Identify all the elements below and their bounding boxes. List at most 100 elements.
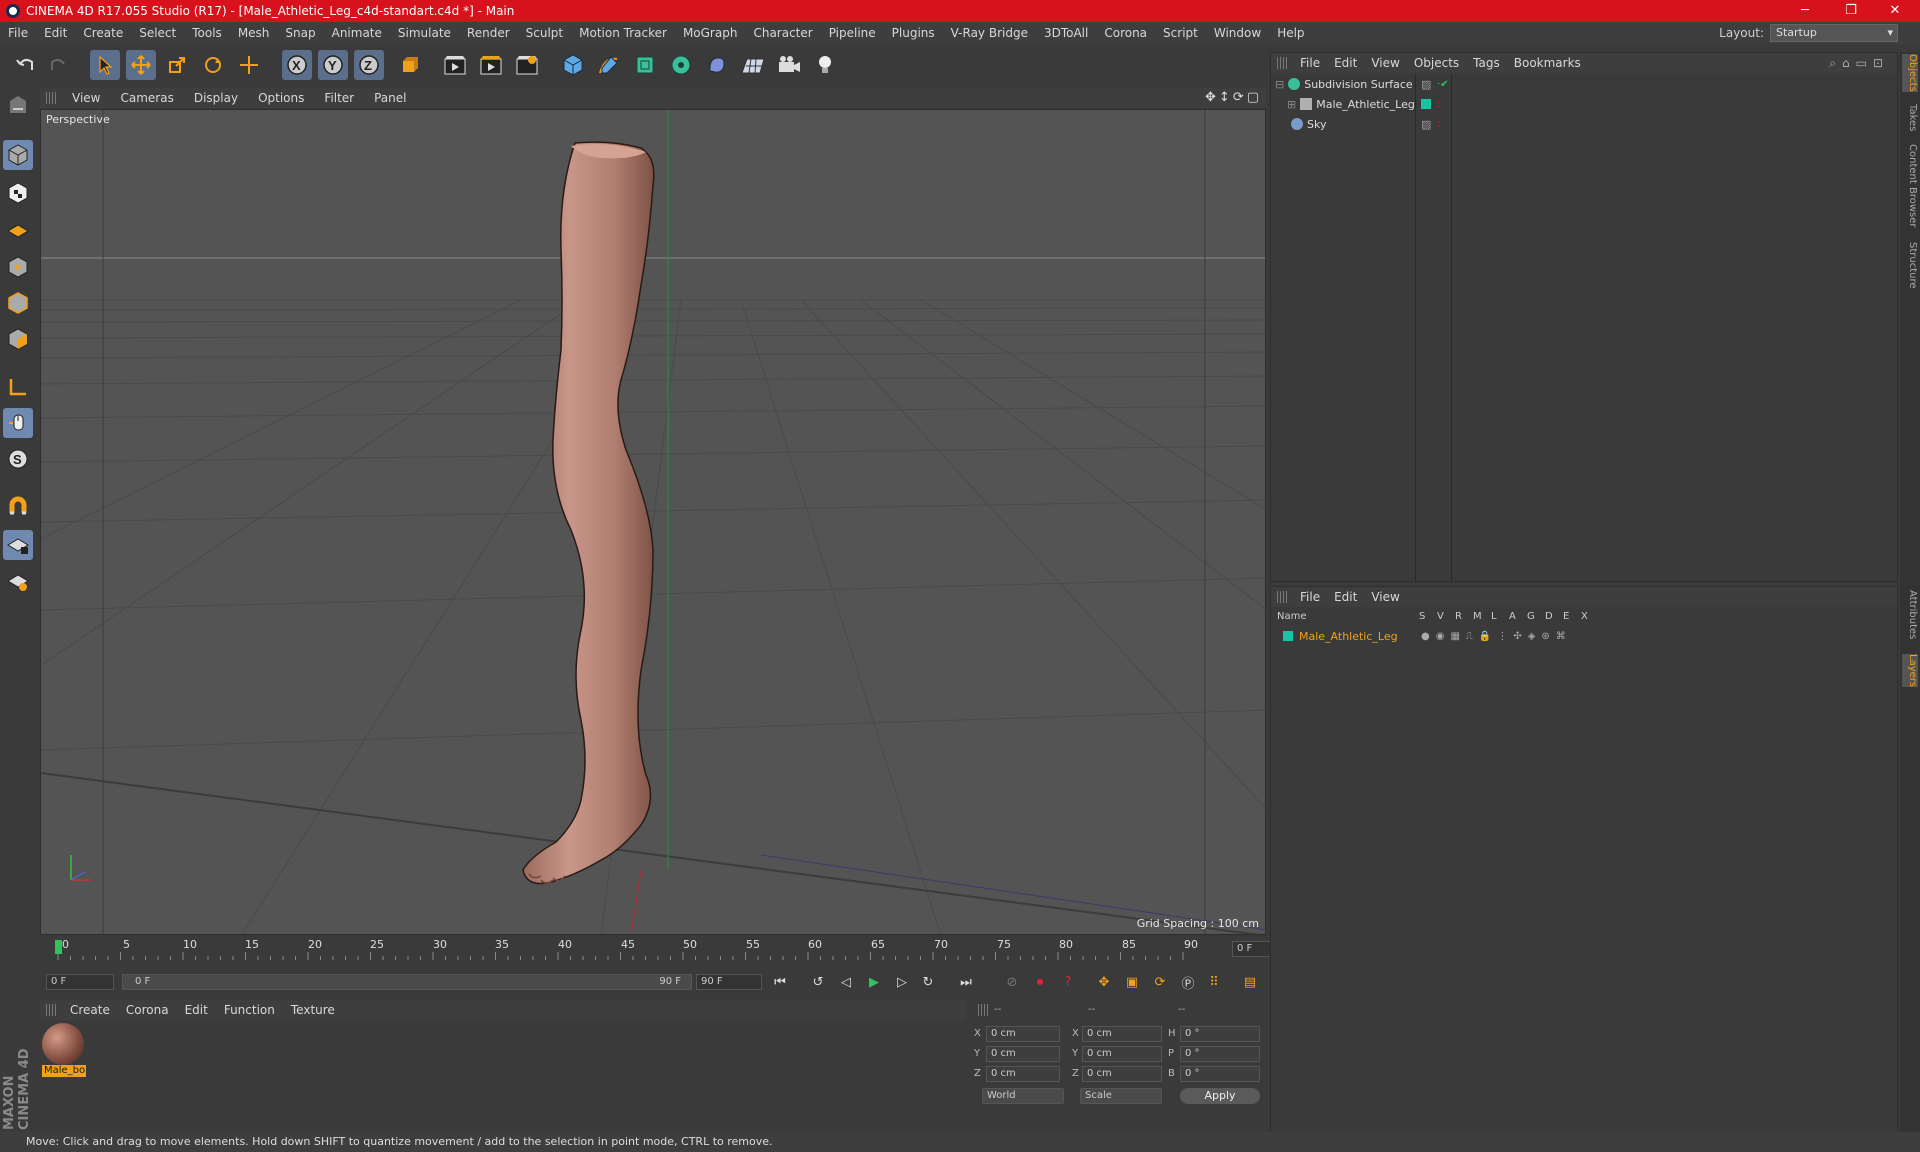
close-icon[interactable]: ✕ (1872, 0, 1918, 22)
timeline-window-icon[interactable]: ▤ (1238, 970, 1262, 994)
play-forward-icon[interactable]: ▶ (862, 970, 886, 994)
object-panel-grip-icon[interactable] (1277, 57, 1287, 69)
deformer-icon[interactable] (702, 50, 732, 80)
z-axis-lock-icon[interactable]: Z (354, 50, 384, 80)
workplane-lock-icon[interactable] (3, 530, 33, 560)
menu-script[interactable]: Script (1155, 26, 1206, 40)
menu-help[interactable]: Help (1269, 26, 1312, 40)
size-z-field[interactable]: 0 cm (1082, 1066, 1162, 1082)
layers-menu-view[interactable]: View (1364, 590, 1406, 604)
menu-sculpt[interactable]: Sculpt (518, 26, 571, 40)
menu-tools[interactable]: Tools (184, 26, 230, 40)
material-menu-texture[interactable]: Texture (283, 1003, 343, 1017)
coordinate-mode-dropdown[interactable]: Scale (1080, 1088, 1162, 1104)
keyframe-selection-icon[interactable]: ? (1056, 970, 1080, 994)
layer-col-solo[interactable]: S (1419, 611, 1425, 622)
layer-col-manager[interactable]: M (1473, 611, 1482, 622)
rotation-h-field[interactable]: 0 ° (1180, 1026, 1260, 1042)
key-position-icon[interactable]: ✥ (1092, 970, 1116, 994)
magnet-icon[interactable] (3, 492, 33, 522)
layer-panel-grip-icon[interactable] (1277, 591, 1287, 603)
make-editable-icon[interactable] (3, 90, 33, 120)
layer-toggle-icons[interactable]: ●◉▦⎍🔒⋮✣◈⊛⌘ (1421, 631, 1572, 642)
grid-snap-icon[interactable] (3, 566, 33, 596)
position-x-field[interactable]: 0 cm (986, 1026, 1060, 1042)
layer-color-swatch[interactable] (1421, 99, 1431, 109)
viewport-menu-panel[interactable]: Panel (364, 91, 416, 105)
cloner-icon[interactable] (666, 50, 696, 80)
menu-3dtoall[interactable]: 3DToAll (1036, 26, 1096, 40)
objects-menu-file[interactable]: File (1293, 56, 1327, 70)
points-mode-icon[interactable] (3, 252, 33, 282)
visibility-toggle-icon[interactable]: ▨ (1421, 78, 1431, 91)
layer-name[interactable]: Male_Athletic_Leg (1299, 630, 1398, 643)
side-tab-objects[interactable]: Objects (1902, 54, 1918, 92)
layer-col-expressions[interactable]: E (1563, 611, 1569, 622)
objects-menu-edit[interactable]: Edit (1327, 56, 1364, 70)
record-keys-icon[interactable]: ⊘ (1000, 970, 1024, 994)
material-menu-function[interactable]: Function (216, 1003, 283, 1017)
object-row-sky[interactable]: Sky ▨ : (1275, 115, 1895, 133)
edges-mode-icon[interactable] (3, 288, 33, 318)
layers-menu-file[interactable]: File (1293, 590, 1327, 604)
material-swatch[interactable]: Male_bo (42, 1023, 86, 1077)
undo-icon[interactable] (10, 50, 40, 80)
polygons-mode-icon[interactable] (3, 324, 33, 354)
layers-menu-edit[interactable]: Edit (1327, 590, 1364, 604)
start-frame-field[interactable]: 0 F (46, 974, 114, 990)
menu-simulate[interactable]: Simulate (390, 26, 459, 40)
size-x-field[interactable]: 0 cm (1082, 1026, 1162, 1042)
snap-toggle-icon[interactable]: S (3, 444, 33, 474)
menu-mograph[interactable]: MoGraph (675, 26, 746, 40)
viewport-navigation-icons[interactable]: ✥↕⟳▢ (1205, 90, 1262, 105)
menu-character[interactable]: Character (745, 26, 820, 40)
restore-icon[interactable]: ❐ (1828, 0, 1874, 22)
viewport-menu-filter[interactable]: Filter (314, 91, 364, 105)
menu-create[interactable]: Create (75, 26, 131, 40)
material-panel-grip-icon[interactable] (46, 1004, 56, 1016)
go-to-end-icon[interactable]: ⏭ (954, 970, 978, 994)
rotate-tool-icon[interactable] (198, 50, 228, 80)
menu-vray-bridge[interactable]: V-Ray Bridge (943, 26, 1036, 40)
rotation-b-field[interactable]: 0 ° (1180, 1066, 1260, 1082)
viewport-menu-view[interactable]: View (62, 91, 110, 105)
live-selection-icon[interactable] (234, 50, 264, 80)
side-tab-content-browser[interactable]: Content Browser (1902, 144, 1918, 227)
position-y-field[interactable]: 0 cm (986, 1046, 1060, 1062)
y-axis-lock-icon[interactable]: Y (318, 50, 348, 80)
redo-icon[interactable] (44, 50, 74, 80)
layer-row[interactable]: Male_Athletic_Leg ●◉▦⎍🔒⋮✣◈⊛⌘ (1275, 627, 1895, 645)
end-frame-field[interactable]: 90 F (696, 974, 762, 990)
viewport-menu-display[interactable]: Display (184, 91, 248, 105)
rotation-p-field[interactable]: 0 ° (1180, 1046, 1260, 1062)
side-tab-layers[interactable]: Layers (1902, 654, 1918, 688)
object-manager-search-home-icons[interactable]: ⌕⌂▭⊡ (1829, 56, 1889, 71)
panel-grip-icon[interactable] (46, 92, 56, 104)
viewport-menu-cameras[interactable]: Cameras (110, 91, 183, 105)
layer-col-view[interactable]: V (1437, 611, 1444, 622)
material-menu-edit[interactable]: Edit (177, 1003, 216, 1017)
menu-corona[interactable]: Corona (1096, 26, 1155, 40)
autokey-icon[interactable]: ⏺ (1028, 970, 1052, 994)
side-tab-takes[interactable]: Takes (1902, 104, 1918, 131)
menu-render[interactable]: Render (459, 26, 518, 40)
size-y-field[interactable]: 0 cm (1082, 1046, 1162, 1062)
layer-col-xref[interactable]: X (1581, 611, 1588, 622)
menu-motion-tracker[interactable]: Motion Tracker (571, 26, 675, 40)
viewport-camera-label[interactable]: Perspective (46, 113, 110, 126)
menu-mesh[interactable]: Mesh (230, 26, 278, 40)
objects-menu-objects[interactable]: Objects (1407, 56, 1466, 70)
tree-expand-icon[interactable]: ⊞ (1287, 98, 1296, 111)
perspective-viewport[interactable]: Perspective Grid Spacing : 100 cm (40, 109, 1266, 935)
next-frame-icon[interactable]: ▷ (890, 970, 914, 994)
material-menu-create[interactable]: Create (62, 1003, 118, 1017)
subdivision-surface-icon[interactable] (630, 50, 660, 80)
render-to-picture-viewer-icon[interactable] (476, 50, 506, 80)
tweak-mode-icon[interactable] (3, 408, 33, 438)
key-parameter-icon[interactable]: Ⓟ (1176, 970, 1200, 994)
object-row-subdivision[interactable]: ⊟ Subdivision Surface ▨ ·✔ (1275, 75, 1895, 93)
side-tab-structure[interactable]: Structure (1902, 242, 1918, 289)
texture-mode-icon[interactable] (3, 178, 33, 208)
menu-plugins[interactable]: Plugins (884, 26, 943, 40)
light-icon[interactable] (810, 50, 840, 80)
